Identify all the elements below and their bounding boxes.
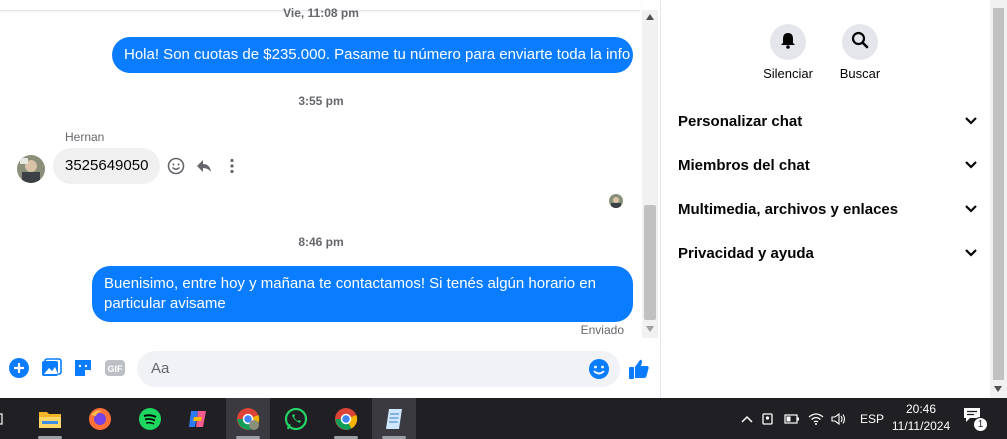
page-scroll-thumb[interactable] xyxy=(993,8,1004,380)
spotify-icon[interactable] xyxy=(128,398,172,439)
timestamp: 3:55 pm xyxy=(298,94,344,108)
accordion-customize-chat[interactable]: Personalizar chat xyxy=(678,109,978,133)
accordion-label: Multimedia, archivos y enlaces xyxy=(678,200,899,218)
clock-date: 11/11/2024 xyxy=(891,419,951,433)
reply-icon[interactable] xyxy=(194,156,214,176)
seen-avatar xyxy=(609,194,623,208)
battery-icon[interactable] xyxy=(780,413,804,424)
chat-panel: Vie, 11:08 pm Hola! Son cuotas de $235.0… xyxy=(0,0,660,398)
accordion-label: Personalizar chat xyxy=(678,112,803,130)
sender-name: Hernan xyxy=(65,130,105,144)
chevron-down-icon xyxy=(964,245,978,262)
message-actions xyxy=(166,156,242,176)
gif-icon[interactable]: GIF xyxy=(104,357,126,379)
notification-count: 1 xyxy=(973,417,988,432)
chevron-up-icon[interactable] xyxy=(738,415,756,423)
mute-label: Silenciar xyxy=(763,66,813,81)
react-icon[interactable] xyxy=(166,156,186,176)
chevron-down-icon xyxy=(964,113,978,130)
add-icon[interactable] xyxy=(8,357,30,379)
avatar[interactable] xyxy=(17,155,45,183)
chrome-profile-icon[interactable] xyxy=(226,398,270,439)
chat-info-panel: Silenciar Buscar Personalizar chat Miemb… xyxy=(660,0,991,398)
notepad-icon[interactable] xyxy=(372,398,416,439)
copilot-icon[interactable] xyxy=(176,398,220,439)
language-indicator[interactable]: ESP xyxy=(860,412,884,426)
system-tray: ESP xyxy=(738,398,884,439)
message-status: Enviado xyxy=(580,323,624,337)
meet-icon[interactable] xyxy=(756,412,780,426)
accordion-privacy-help[interactable]: Privacidad y ayuda xyxy=(678,241,978,265)
page-scrollbar[interactable] xyxy=(990,0,1007,398)
search-label: Buscar xyxy=(839,66,881,81)
clock-time: 20:46 xyxy=(905,402,937,416)
chrome-icon[interactable] xyxy=(324,398,368,439)
accordion-label: Privacidad y ayuda xyxy=(678,244,814,262)
notifications-button[interactable]: 1 xyxy=(963,407,988,432)
task-view-icon[interactable] xyxy=(0,398,10,439)
volume-icon[interactable] xyxy=(828,412,850,425)
emoji-icon[interactable] xyxy=(588,358,610,385)
timestamp: 8:46 pm xyxy=(298,235,344,249)
message-incoming[interactable]: 3525649050 xyxy=(53,148,161,184)
message-input-box[interactable] xyxy=(137,351,620,387)
accordion-label: Miembros del chat xyxy=(678,156,810,174)
search-button[interactable] xyxy=(842,24,878,60)
wifi-icon[interactable] xyxy=(804,412,828,425)
message-outgoing[interactable]: Hola! Son cuotas de $235.000. Pasame tu … xyxy=(112,37,633,73)
chat-scrollbar[interactable] xyxy=(642,10,658,338)
timestamp: Vie, 11:08 pm xyxy=(283,6,359,20)
composer: GIF xyxy=(0,345,660,393)
taskbar: ESP 20:46 11/11/2024 1 xyxy=(0,398,1007,439)
accordion-chat-members[interactable]: Miembros del chat xyxy=(678,153,978,177)
svg-text:GIF: GIF xyxy=(108,364,124,374)
message-outgoing[interactable]: Buenisimo, entre hoy y mañana te contact… xyxy=(92,266,633,322)
like-icon[interactable] xyxy=(627,357,651,381)
bell-icon xyxy=(779,31,797,54)
sticker-icon[interactable] xyxy=(72,357,94,379)
photo-icon[interactable] xyxy=(40,357,62,379)
message-input[interactable] xyxy=(149,359,573,378)
firefox-icon[interactable] xyxy=(78,398,122,439)
scroll-thumb[interactable] xyxy=(644,205,656,320)
clock[interactable]: 20:46 11/11/2024 xyxy=(886,401,956,435)
more-options-icon[interactable] xyxy=(222,156,242,176)
mute-button[interactable] xyxy=(770,24,806,60)
search-icon xyxy=(851,31,869,54)
accordion-media-files-links[interactable]: Multimedia, archivos y enlaces xyxy=(678,197,978,221)
whatsapp-icon[interactable] xyxy=(274,398,318,439)
chevron-down-icon xyxy=(964,157,978,174)
chevron-down-icon xyxy=(964,201,978,218)
file-explorer-icon[interactable] xyxy=(28,398,72,439)
